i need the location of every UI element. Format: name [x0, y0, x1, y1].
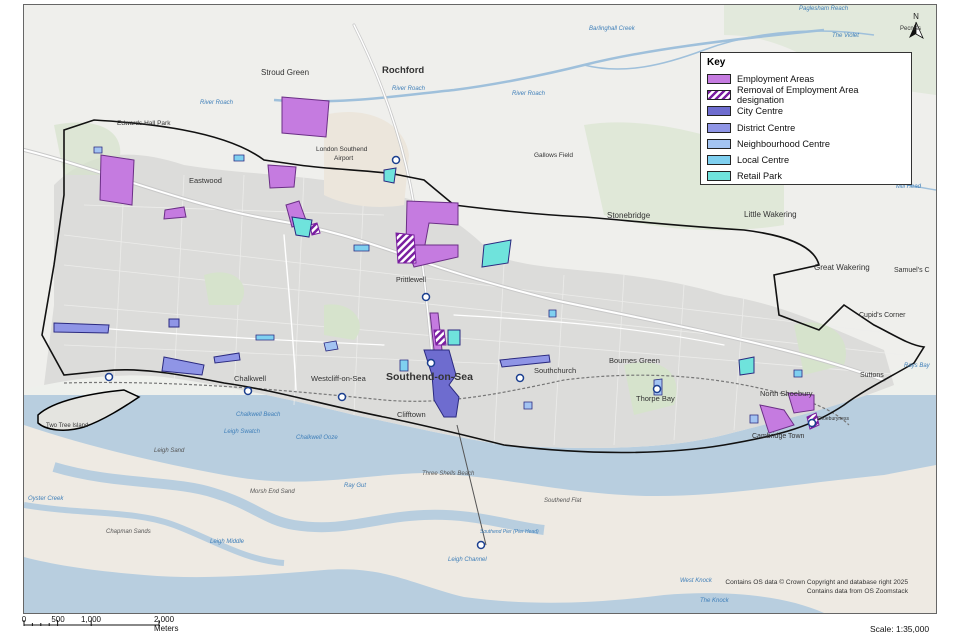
north-arrow: N Pecniss [900, 12, 927, 46]
scale-tick: 0 [21, 615, 27, 624]
north-arrow-icon [909, 21, 924, 39]
label-southend: Southend-on-Sea [386, 371, 473, 383]
scale-bar: 0 500 1,000 2,000 Meters [21, 615, 223, 638]
label-barling: Barlinghall Creek [589, 26, 636, 32]
legend-item: City Centre [707, 103, 905, 119]
legend-swatch [707, 155, 731, 166]
legend-swatch [707, 171, 731, 182]
label-rays-bay: Rays Bay [904, 363, 931, 369]
legend-label: District Centre [737, 122, 796, 133]
legend-item: Retail Park [707, 168, 905, 184]
label-chapman-sands: Chapman Sands [106, 529, 151, 535]
label-edwards-hall-park: Edwards Hall Park [117, 120, 171, 127]
legend-swatch [707, 90, 731, 101]
label-shoeburyness: Shoeburyness [817, 416, 849, 422]
label-samuels: Samuel's C [894, 267, 930, 274]
label-three-shells: Three Shells Beach [422, 471, 475, 477]
label-gallows-field: Gallows Field [534, 152, 573, 159]
copyright-notice: Contains OS data © Crown Copyright and d… [680, 578, 908, 596]
label-leigh-swatch: Leigh Swatch [224, 429, 261, 435]
label-little-wakering: Little Wakering [744, 210, 797, 219]
label-chalkwell-ooze: Chalkwell Ooze [296, 435, 338, 441]
label-westcliff: Westcliff-on-Sea [311, 374, 367, 383]
label-leigh-channel: Leigh Channel [448, 557, 487, 563]
label-roach-3: River Roach [512, 91, 546, 97]
label-knock: The Knock [700, 598, 730, 604]
label-suttons: Suttons [860, 372, 884, 379]
legend-item: Local Centre [707, 152, 905, 168]
label-two-tree: Two Tree Island [46, 423, 88, 429]
scale-tick: 1,000 [80, 615, 102, 624]
legend-swatch [707, 106, 731, 117]
map-legend: Key Employment Areas Removal of Employmen… [700, 52, 912, 185]
label-cambridge-town: Cambridge Town [752, 433, 805, 440]
legend-label: Neighbourhood Centre [737, 138, 830, 149]
legend-label: Employment Areas [737, 74, 815, 85]
label-eastwood: Eastwood [189, 176, 222, 185]
legend-item: Removal of Employment Area designation [707, 85, 905, 106]
label-airport: London Southend [316, 146, 368, 153]
label-chalkwell-beach: Chalkwell Beach [236, 412, 281, 418]
label-bournes-green: Bournes Green [609, 356, 660, 365]
legend-item: District Centre [707, 120, 905, 136]
legend-swatch [707, 138, 731, 149]
label-paglesham: Paglesham Reach [799, 6, 849, 12]
label-prittlewell: Prittlewell [396, 277, 426, 284]
label-violet: The Violet [832, 33, 859, 39]
copyright-line: Contains OS data © Crown Copyright and d… [725, 579, 908, 586]
label-oyster-creek: Oyster Creek [28, 496, 64, 502]
legend-label: City Centre [737, 106, 783, 117]
label-clifftown: Clifftown [397, 410, 426, 419]
legend-swatch [707, 74, 731, 85]
label-stonebridge: Stonebridge [607, 211, 651, 220]
label-southchurch: Southchurch [534, 366, 576, 375]
label-southend-flat: Southend Flat [544, 498, 582, 504]
label-pier: Southend Pier (Pier Head) [480, 529, 539, 535]
label-north-shoebury: North Shoebury [760, 389, 813, 398]
label-leigh-sand: Leigh Sand [154, 448, 185, 454]
label-thorpe-bay: Thorpe Bay [636, 394, 675, 403]
legend-title: Key [707, 57, 726, 68]
label-stroud-green: Stroud Green [261, 68, 309, 77]
scale-tick: 500 [51, 615, 65, 624]
label-roach-1: River Roach [200, 100, 234, 106]
label-leigh-middle: Leigh Middle [210, 539, 245, 545]
label-roach-2: River Roach [392, 86, 426, 92]
label-ray-gut: Ray Gut [344, 483, 366, 489]
copyright-line: Contains data from OS Zoomstack [806, 588, 908, 595]
label-great-wakering: Great Wakering [814, 263, 870, 272]
label-rochford: Rochford [382, 65, 424, 76]
north-text: Pecniss [900, 26, 922, 32]
legend-item: Neighbourhood Centre [707, 136, 905, 152]
label-morsh-end: Morsh End Sand [250, 489, 295, 495]
scale-ratio: Scale: 1:35,000 [870, 624, 930, 634]
legend-label: Local Centre [737, 155, 790, 166]
label-chalkwell: Chalkwell [234, 374, 266, 383]
label-cupids: Cupid's Corner [859, 312, 906, 319]
label-airport-2: Airport [334, 155, 353, 162]
legend-label: Removal of Employment Area designation [737, 85, 859, 106]
legend-swatch [707, 122, 731, 133]
scale-tick: 2,000 Meters [154, 615, 179, 633]
legend-label: Retail Park [737, 171, 782, 182]
